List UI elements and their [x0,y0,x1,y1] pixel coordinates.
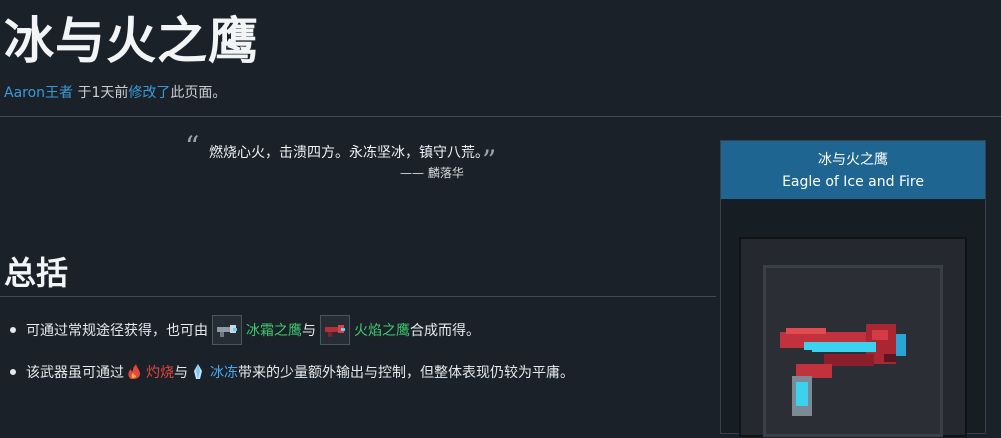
bullet-text-end: 合成而得。 [410,323,480,339]
list-item: 该武器虽可通过 灼烧 与 冰冻 带来的少量额外输出与控制，但整体表现仍较为平庸。 [10,358,574,386]
title-divider [0,116,1001,117]
page-byline: Aaron王者 于1天前修改了此页面。 [4,82,226,102]
list-item: 可通过常规途径获得，也可由 冰霜之鹰 与 火焰之鹰 合成而得。 [10,315,480,345]
author-link[interactable]: Aaron王者 [4,85,73,101]
quote-text: 燃烧心火，击溃四方。永冻坚冰，镇守八荒。 [209,145,489,161]
page-title: 冰与火之鹰 [4,12,259,70]
fire-eagle-icon[interactable] [320,315,350,345]
weapon-image [763,265,943,437]
infobox-title: 冰与火之鹰 [818,152,888,168]
bullet-text-mid: 与 [174,365,188,381]
section-heading: 总括 [4,254,69,292]
freeze-link[interactable]: 冰冻 [210,362,238,382]
bullet-dot [10,369,16,375]
infobox-image-frame [739,237,967,437]
ice-eagle-link[interactable]: 冰霜之鹰 [246,320,302,340]
quote-author: —— 麟落华 [400,166,464,180]
section-divider [0,296,716,297]
bullet-text: 该武器虽可通过 [26,365,124,381]
infobox-header: 冰与火之鹰 Eagle of Ice and Fire [721,141,985,199]
history-link[interactable]: 修改了 [128,85,170,101]
infobox-subtitle: Eagle of Ice and Fire [782,174,924,190]
byline-suffix: 此页面。 [170,85,227,101]
infobox: 冰与火之鹰 Eagle of Ice and Fire [720,140,986,437]
byline-time: 于1天前 [77,85,129,101]
open-quote-mark: “ [185,130,200,163]
bullet-dot [10,327,16,333]
ice-eagle-icon[interactable] [212,315,242,345]
close-quote-mark: ” [482,144,497,177]
bullet-text-end: 带来的少量额外输出与控制，但整体表现仍较为平庸。 [238,365,574,381]
burn-link[interactable]: 灼烧 [146,362,174,382]
bullet-text-mid: 与 [302,323,316,339]
eagle-of-ice-and-fire-sprite [780,324,906,416]
fire-status-icon [124,362,144,382]
fire-eagle-link[interactable]: 火焰之鹰 [354,320,410,340]
bullet-text: 可通过常规途径获得，也可由 [26,323,208,339]
ice-status-icon [188,362,208,382]
